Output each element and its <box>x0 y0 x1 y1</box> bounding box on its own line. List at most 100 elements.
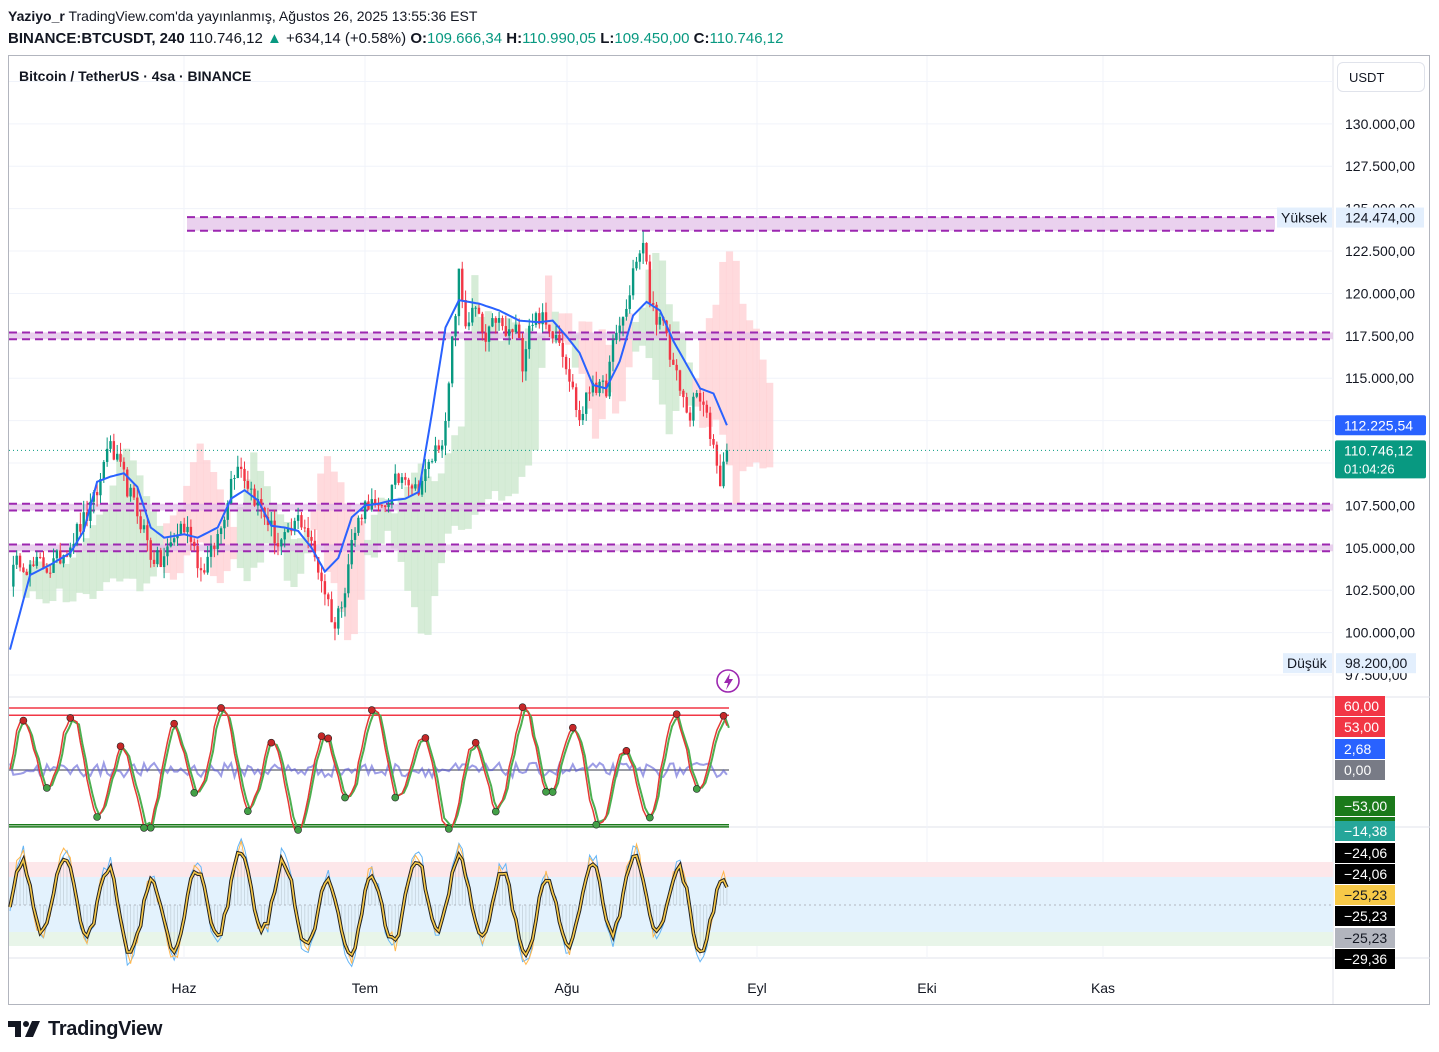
candle-body <box>18 555 22 568</box>
cloud-segment <box>390 513 399 549</box>
candle-body <box>42 557 45 569</box>
candle-body <box>397 473 400 483</box>
rsi-trough-dot <box>146 823 155 832</box>
osc-label-text: −24,06 <box>1344 866 1387 882</box>
rsi-pane <box>9 703 730 834</box>
osc-label-text: −25,23 <box>1344 930 1387 946</box>
cloud-segment <box>504 318 512 497</box>
candle-body <box>45 568 49 573</box>
candle-body <box>340 607 343 609</box>
candle-body <box>38 556 42 558</box>
candle-body <box>678 370 682 391</box>
candle-body <box>119 453 122 462</box>
candle-body <box>166 546 169 557</box>
candle-body <box>682 390 685 398</box>
alert-lightning-icon <box>716 669 740 693</box>
candle-body <box>357 517 360 533</box>
price-label-text: 112.225,54 <box>1344 417 1413 433</box>
candle-body <box>223 519 226 529</box>
cloud-segment <box>759 359 767 469</box>
rsi-label-text: 60,00 <box>1344 698 1379 714</box>
candle-body <box>725 450 729 462</box>
candle-body <box>474 307 477 309</box>
candle-body <box>484 332 487 342</box>
x-tick-label: Haz <box>172 980 197 996</box>
y-tick-label: 115.000,00 <box>1345 370 1414 386</box>
candle-body <box>52 558 55 573</box>
candle-body <box>434 445 437 462</box>
cloud-segment <box>129 460 137 579</box>
candle-body <box>246 480 250 489</box>
cloud-segment <box>598 329 606 420</box>
candle-body <box>296 515 300 521</box>
rsi-label-text: 0,00 <box>1344 762 1371 778</box>
candle-body <box>705 404 708 413</box>
cloud-segment <box>464 338 472 529</box>
candle-body <box>571 381 574 388</box>
candle-body <box>12 564 15 587</box>
footer: TradingView <box>8 1016 162 1042</box>
cloud-segment <box>96 514 104 591</box>
candle-body <box>581 413 585 421</box>
osc-oversold-band <box>9 932 1333 946</box>
osc-axis-label: −24,06 <box>1335 864 1395 884</box>
cloud-segment <box>109 485 117 579</box>
candle-body <box>518 324 521 339</box>
candle-body <box>384 505 387 508</box>
chart-canvas[interactable]: 97.500,00100.000,00102.500,00105.000,001… <box>0 0 1439 1052</box>
candle-body <box>514 324 518 333</box>
candle-body <box>548 324 551 332</box>
candle-body <box>276 543 280 547</box>
rsi-trough-dot <box>491 807 500 816</box>
candle-body <box>353 532 357 540</box>
candle-body <box>49 572 52 574</box>
candle-body <box>59 550 62 564</box>
candle-body <box>209 545 213 557</box>
rsi-trough-dot <box>646 813 654 822</box>
candle-body <box>199 568 203 571</box>
candle-body <box>159 550 162 568</box>
candle-body <box>621 316 625 326</box>
rsi-trough-dot <box>592 820 601 829</box>
rsi-peak-dot <box>267 738 276 747</box>
cloud-segment <box>451 435 459 526</box>
rsi-peak-dot <box>719 711 728 720</box>
candle-body <box>528 325 531 350</box>
y-tick-label: 105.000,00 <box>1345 540 1415 556</box>
candle-body <box>477 307 481 314</box>
rsi-trough-dot <box>542 788 550 796</box>
candle-body <box>79 524 82 532</box>
high-marker: Yüksek 124.474,00 <box>1277 207 1424 228</box>
candle-body <box>534 313 538 325</box>
rsi-trough-dot <box>43 784 51 792</box>
rsi-trough-dot <box>445 825 453 833</box>
rsi-peak-dot <box>622 746 631 755</box>
candle-body <box>675 364 678 371</box>
candle-body <box>715 444 719 466</box>
candle-body <box>511 329 514 333</box>
rsi-axis-label: −53,00 <box>1335 796 1395 816</box>
candle-body <box>136 497 139 517</box>
candle-body <box>213 545 216 549</box>
candle-body <box>457 268 461 317</box>
candle-body <box>471 307 474 323</box>
candle-body <box>554 334 558 339</box>
tradingview-brand[interactable]: TradingView <box>48 1018 162 1041</box>
cloud-segment <box>746 320 754 467</box>
price-axis-label: 112.225,54 <box>1335 415 1426 436</box>
rsi-peak-dot <box>66 714 75 722</box>
price-label-text: 110.746,12 <box>1344 442 1413 458</box>
osc-axis-label: −14,38 <box>1335 821 1395 841</box>
rsi-trough-dot <box>692 785 701 793</box>
candle-body <box>347 564 350 594</box>
rsi-peak-dot <box>518 703 527 711</box>
currency-button[interactable]: USDT <box>1337 62 1425 92</box>
candle-body <box>189 526 193 542</box>
cloud-segment <box>712 304 720 420</box>
cloud-segment <box>404 486 412 591</box>
candle-body <box>638 253 641 262</box>
candle-body <box>250 488 253 490</box>
candle-body <box>588 392 591 394</box>
marker-label: Yüksek <box>1281 210 1328 226</box>
rsi-axis-label: 60,00 <box>1335 696 1385 716</box>
